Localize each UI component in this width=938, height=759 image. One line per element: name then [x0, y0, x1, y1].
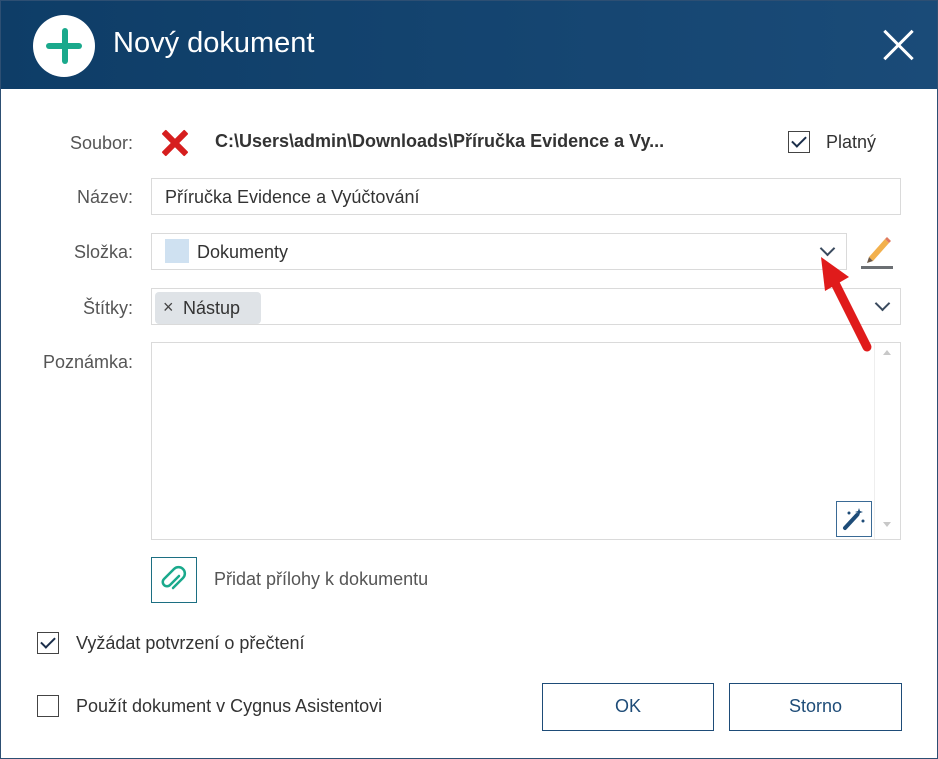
file-path: C:\Users\admin\Downloads\Příručka Eviden…	[215, 131, 665, 151]
tag-remove-button[interactable]: ×	[163, 297, 174, 318]
request-read-checkbox[interactable]	[37, 632, 59, 654]
tag-label: Nástup	[183, 298, 241, 318]
magic-wand-button[interactable]	[836, 501, 872, 537]
use-assistant-label: Použít dokument v Cygnus Asistentovi	[76, 696, 383, 716]
request-read-label: Vyžádat potvrzení o přečtení	[76, 633, 305, 653]
use-assistant-checkbox[interactable]	[37, 695, 59, 717]
scroll-down-icon[interactable]	[883, 522, 891, 527]
close-button[interactable]	[877, 23, 921, 67]
add-attachment-button[interactable]	[151, 557, 197, 603]
red-x-icon	[161, 129, 189, 157]
magic-wand-icon	[843, 508, 865, 530]
note-scrollbar[interactable]	[874, 343, 875, 539]
note-textarea[interactable]	[151, 342, 901, 540]
new-document-dialog: Nový dokument Soubor: C:\Users\admin\Dow…	[0, 0, 938, 759]
folder-select[interactable]: Dokumenty	[151, 233, 847, 270]
tags-input[interactable]	[151, 288, 901, 325]
valid-label: Platný	[826, 132, 877, 152]
name-input[interactable]: Příručka Evidence a Vyúčtování	[151, 178, 901, 215]
add-attachment-label[interactable]: Přidat přílohy k dokumentu	[214, 569, 428, 590]
plus-circle-icon	[33, 15, 95, 77]
name-label: Název:	[76, 187, 133, 207]
title-bar: Nový dokument	[1, 1, 937, 89]
tag-chip: × Nástup	[155, 292, 261, 324]
tags-label: Štítky:	[82, 298, 133, 318]
dialog-title: Nový dokument	[113, 27, 315, 59]
name-value: Příručka Evidence a Vyúčtování	[165, 187, 420, 207]
file-label: Soubor:	[69, 133, 133, 153]
note-label: Poznámka:	[42, 352, 133, 372]
folder-color-swatch	[165, 239, 189, 263]
scroll-up-icon[interactable]	[883, 350, 891, 355]
folder-label: Složka:	[73, 242, 133, 262]
paperclip-icon	[161, 565, 187, 590]
valid-checkbox[interactable]	[788, 131, 810, 153]
ok-button[interactable]: OK	[542, 683, 714, 731]
annotation-arrow-icon	[821, 257, 872, 352]
cancel-button[interactable]: Storno	[729, 683, 902, 731]
folder-value: Dokumenty	[197, 242, 289, 262]
